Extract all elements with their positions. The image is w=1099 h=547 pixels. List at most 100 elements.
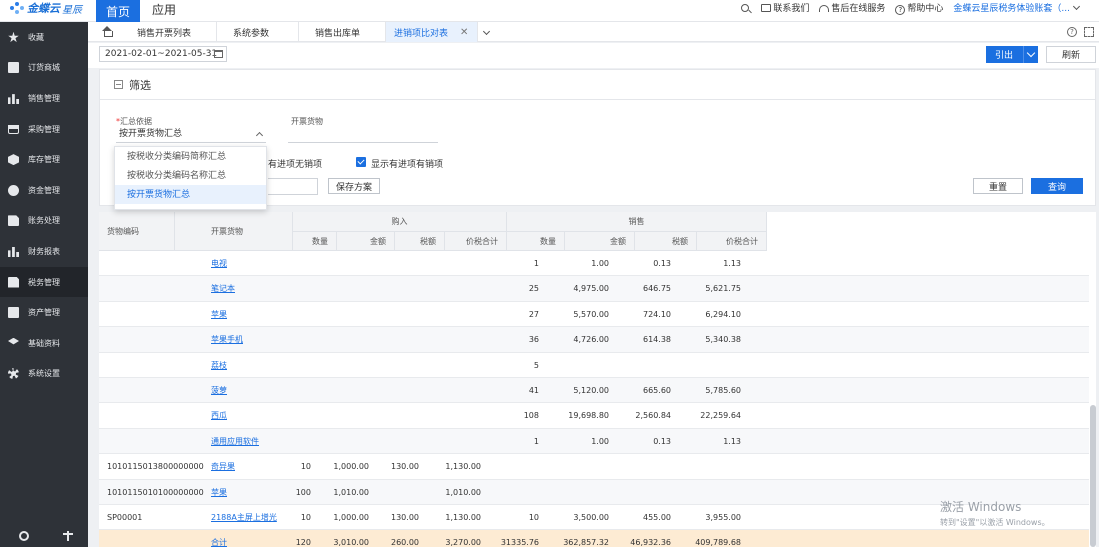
table-row[interactable]: 笔记本 25 4,975.00 646.75 5,621.75 — [99, 276, 1089, 302]
tab-sales-outbound[interactable]: 销售出库单 — [299, 22, 386, 42]
sidebar-item-favorites[interactable]: 收藏 — [0, 22, 88, 53]
table-scrollbar[interactable] — [1090, 405, 1096, 547]
cell-out-qty: 1 — [533, 436, 539, 446]
sidebar-item-basic-data[interactable]: 基础资料 — [0, 328, 88, 359]
calendar-icon[interactable] — [214, 50, 223, 58]
col-header-in-tax[interactable]: 税额 — [395, 232, 445, 251]
cell-out-tax: 646.75 — [643, 284, 671, 294]
cell-goods[interactable]: 荔枝 — [211, 353, 227, 378]
filter-header[interactable]: 筛选 — [100, 70, 1095, 100]
collapse-icon[interactable] — [114, 80, 123, 89]
tab-sales-invoice-list[interactable]: 销售开票列表 — [121, 22, 217, 42]
sidebar-item-inventory[interactable]: 库存管理 — [0, 144, 88, 175]
help-icon[interactable]: ? — [1067, 27, 1077, 37]
sidebar-item-reports[interactable]: 财务报表 — [0, 236, 88, 267]
group-by-select[interactable]: 按开票货物汇总 — [116, 127, 266, 143]
tab-io-comparison[interactable]: 进销项比对表 ✕ — [386, 22, 478, 42]
col-header-out-total[interactable]: 价税合计 — [697, 232, 767, 251]
account-selector[interactable]: 金蝶云星辰税务体验账套（... — [953, 1, 1081, 14]
plan-name-input[interactable] — [268, 178, 318, 195]
sidebar-item-funds[interactable]: 资金管理 — [0, 175, 88, 206]
table-row[interactable]: 菠萝 41 5,120.00 665.60 5,785.60 — [99, 377, 1089, 404]
date-range-input[interactable]: 2021-02-01~2021-05-31 — [99, 46, 227, 62]
col-header-code[interactable]: 货物编码 — [99, 212, 175, 251]
table-row[interactable]: 荔枝 5 — [99, 353, 1089, 378]
table-row[interactable]: 通用应用软件 1 1.00 0.13 1.13 — [99, 428, 1089, 455]
sidebar-item-accounting[interactable]: 账务处理 — [0, 206, 88, 237]
sidebar-item-tax[interactable]: 税务管理 — [0, 266, 88, 298]
col-header-in-qty[interactable]: 数量 — [293, 232, 337, 251]
brand-name: 金蝶云 — [27, 2, 60, 15]
show-in-and-out-label[interactable]: 显示有进项有销项 — [371, 157, 443, 170]
cell-goods[interactable]: 电视 — [211, 251, 227, 276]
cell-goods[interactable]: 奇异果 — [211, 454, 235, 479]
search-icon[interactable] — [741, 3, 750, 12]
table-row[interactable]: 电视 1 1.00 0.13 1.13 — [99, 251, 1089, 277]
chart-icon — [8, 94, 19, 104]
invoice-goods-input[interactable] — [288, 142, 438, 143]
cell-in-tax: 130.00 — [391, 462, 419, 472]
reset-button[interactable]: 重置 — [973, 178, 1023, 194]
contact-link[interactable]: 联系我们 — [761, 1, 809, 14]
col-header-out-tax[interactable]: 税额 — [635, 232, 697, 251]
table-total-row[interactable]: 合计 120 3,010.00 260.00 3,270.00 31335.76 362,8… — [99, 530, 1089, 547]
close-icon[interactable]: ✕ — [460, 27, 468, 38]
layers-icon — [8, 337, 19, 345]
sidebar-item-assets[interactable]: 资产管理 — [0, 297, 88, 328]
dropdown-option[interactable]: 按税收分类编码名称汇总 — [115, 166, 266, 185]
cell-goods[interactable]: 2188A主屏上增光 — [211, 505, 277, 530]
export-button[interactable]: 引出 — [986, 46, 1038, 63]
chevron-down-icon — [1072, 2, 1081, 11]
cell-out-tax: 614.38 — [643, 335, 671, 345]
dropdown-option-selected[interactable]: 按开票货物汇总 — [115, 185, 266, 204]
show-in-and-out-checkbox[interactable] — [356, 157, 366, 167]
sidebar-item-sales[interactable]: 销售管理 — [0, 83, 88, 114]
settings-gear-icon[interactable] — [19, 531, 29, 541]
pin-icon[interactable] — [63, 531, 73, 541]
export-dropdown-chevron-icon[interactable] — [1023, 46, 1038, 63]
table-row[interactable]: 苹果 27 5,570.00 724.10 6,294.10 — [99, 302, 1089, 328]
cell-goods[interactable]: 笔记本 — [211, 276, 235, 301]
sidebar-item-mall[interactable]: 订货商城 — [0, 53, 88, 84]
dropdown-option[interactable]: 按税收分类编码简称汇总 — [115, 147, 266, 166]
cell-out-tax: 0.13 — [653, 436, 671, 446]
sidebar-item-settings[interactable]: 系统设置 — [0, 359, 88, 390]
nav-app[interactable]: 应用 — [148, 0, 180, 18]
query-button[interactable]: 查询 — [1031, 178, 1083, 194]
cell-goods[interactable]: 菠萝 — [211, 378, 227, 403]
sidebar-item-purchase[interactable]: 采购管理 — [0, 114, 88, 145]
cell-goods[interactable]: 苹果 — [211, 302, 227, 327]
help-icon: ? — [895, 4, 906, 15]
ledger-icon — [8, 215, 19, 227]
cell-in-tax: 130.00 — [391, 512, 419, 522]
cell-goods[interactable]: 苹果手机 — [211, 327, 243, 352]
tab-more-chevron-icon[interactable] — [482, 27, 491, 36]
col-header-in-amount[interactable]: 金额 — [337, 232, 395, 251]
cell-goods[interactable]: 合计 — [211, 530, 227, 547]
col-header-out-qty[interactable]: 数量 — [507, 232, 565, 251]
cell-goods[interactable]: 苹果 — [211, 480, 227, 505]
cell-goods[interactable]: 通用应用软件 — [211, 429, 259, 454]
home-tab-icon[interactable] — [102, 26, 113, 37]
table-row[interactable]: 苹果手机 36 4,726.00 614.38 5,340.38 — [99, 327, 1089, 353]
cell-out-qty: 41 — [528, 385, 539, 395]
group-header-purchase: 购入 — [293, 212, 507, 232]
refresh-button[interactable]: 刷新 — [1046, 46, 1096, 63]
col-header-in-total[interactable]: 价税合计 — [445, 232, 507, 251]
help-link[interactable]: ? 帮助中心 — [895, 1, 943, 15]
col-header-goods[interactable]: 开票货物 — [175, 212, 293, 251]
cell-out-amount: 1.00 — [591, 436, 609, 446]
save-plan-button[interactable]: 保存方案 — [328, 178, 380, 194]
cell-out-tax: 46,932.36 — [630, 538, 671, 547]
service-link[interactable]: 售后在线服务 — [819, 1, 885, 14]
table-row[interactable]: 1010115013800000000 奇异果 10 1,000.00 130.00 1,… — [99, 454, 1089, 480]
table-row[interactable]: 西瓜 108 19,698.80 2,560.84 22,259.64 — [99, 403, 1089, 429]
cell-out-amount: 4,975.00 — [573, 284, 609, 294]
logo[interactable]: 金蝶云 星辰 — [10, 0, 82, 16]
tab-system-params[interactable]: 系统参数 — [217, 22, 299, 42]
nav-home[interactable]: 首页 — [96, 0, 140, 22]
in-no-out-option[interactable]: 有进项无销项 — [268, 157, 322, 170]
cell-goods[interactable]: 西瓜 — [211, 403, 227, 428]
fullscreen-icon[interactable] — [1084, 27, 1094, 37]
col-header-out-amount[interactable]: 金额 — [565, 232, 635, 251]
